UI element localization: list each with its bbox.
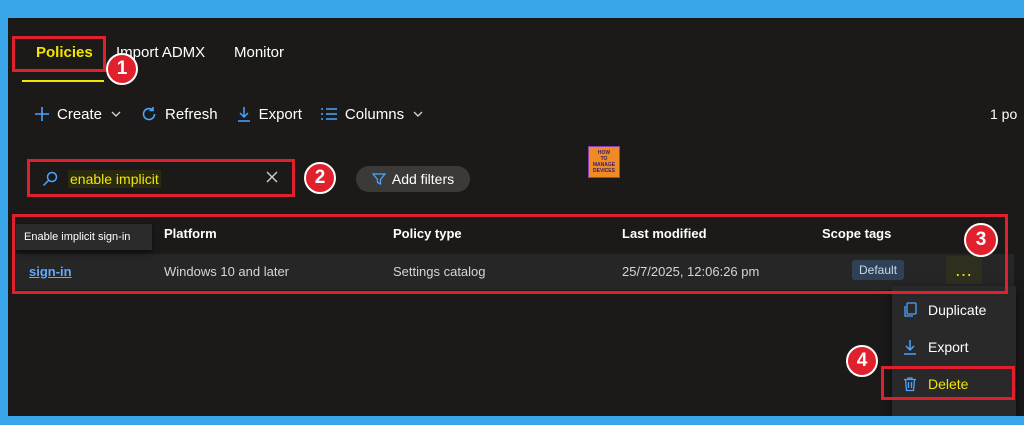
- page-count: 1 po: [990, 106, 1018, 122]
- duplicate-menu-item[interactable]: Duplicate: [892, 294, 1016, 326]
- callout-box-delete: [881, 366, 1015, 400]
- add-filters-label: Add filters: [391, 171, 455, 187]
- duplicate-label: Duplicate: [928, 302, 987, 318]
- callout-box-search: [27, 159, 295, 197]
- app-frame: Policies Import ADMX Monitor Create Refr…: [8, 18, 1024, 416]
- chevron-down-icon: [111, 111, 121, 117]
- copy-icon: [904, 302, 917, 317]
- add-filters-button[interactable]: Add filters: [356, 166, 470, 192]
- refresh-label: Refresh: [165, 105, 218, 123]
- callout-box-policies: [12, 36, 106, 72]
- plus-icon: [35, 107, 49, 121]
- download-icon: [904, 340, 916, 355]
- callout-badge-4: 4: [846, 345, 878, 377]
- tab-bar: Policies Import ADMX Monitor: [8, 18, 1024, 98]
- export-button[interactable]: Export: [236, 106, 302, 123]
- download-icon: [237, 107, 250, 122]
- tab-monitor[interactable]: Monitor: [234, 44, 284, 61]
- columns-icon: [320, 108, 337, 120]
- chevron-down-icon: [413, 111, 423, 117]
- callout-badge-2: 2: [304, 162, 336, 194]
- export-label: Export: [258, 105, 302, 123]
- refresh-button[interactable]: Refresh: [140, 105, 218, 123]
- create-button[interactable]: Create: [34, 106, 122, 123]
- callout-badge-3: 3: [964, 223, 998, 257]
- export-menu-label: Export: [928, 339, 969, 355]
- refresh-icon: [142, 107, 156, 121]
- columns-button[interactable]: Columns: [320, 106, 424, 123]
- columns-label: Columns: [344, 105, 405, 123]
- toolbar: Create Refresh Export Columns: [34, 102, 442, 126]
- export-menu-item[interactable]: Export: [892, 331, 1016, 363]
- create-label: Create: [57, 105, 103, 123]
- watermark-logo: HOW TO MANAGE DEVICES: [588, 146, 620, 178]
- logo-line: DEVICES: [593, 168, 615, 174]
- filter-icon: [371, 173, 386, 186]
- active-tab-underline: [22, 80, 104, 82]
- callout-badge-1: 1: [106, 53, 138, 85]
- callout-box-table: [12, 214, 1008, 294]
